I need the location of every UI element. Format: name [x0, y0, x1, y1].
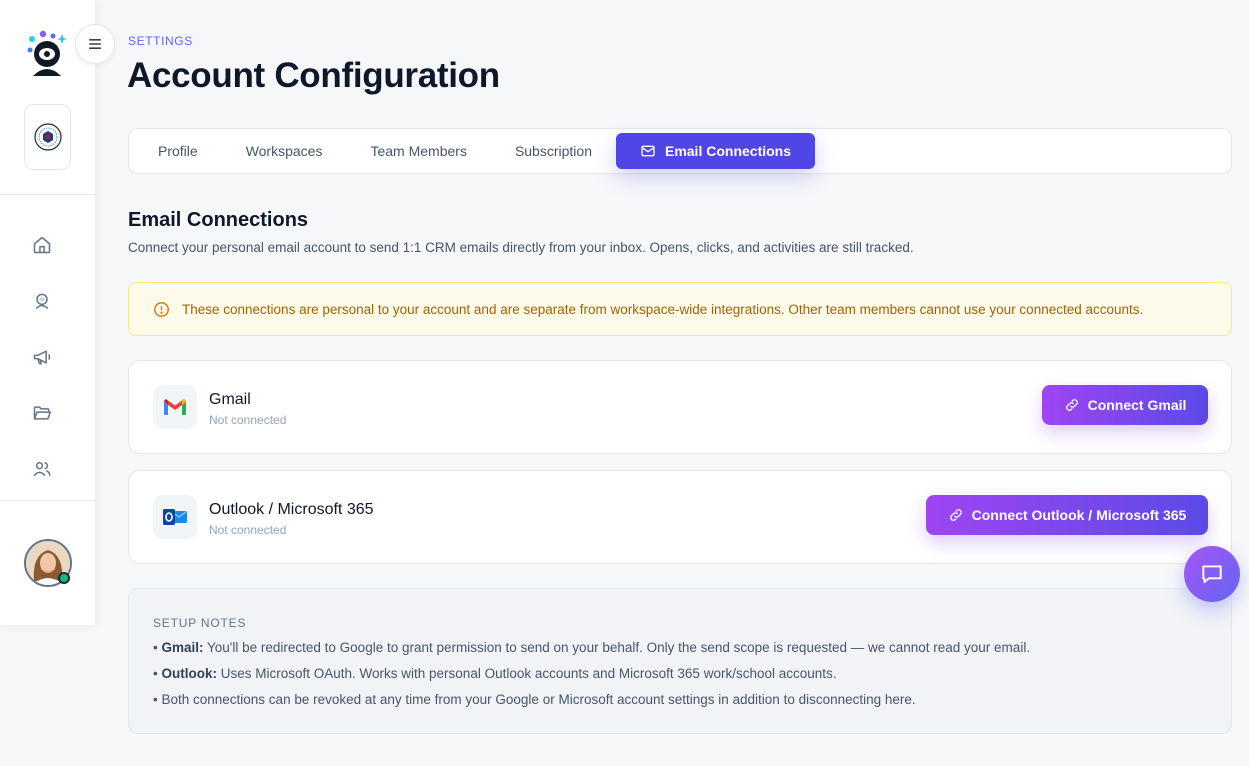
section-title: Email Connections — [128, 209, 309, 231]
workspace-crest-icon — [33, 123, 62, 151]
connect-outlook-button[interactable]: Connect Outlook / Microsoft 365 — [926, 495, 1208, 535]
workspace-switcher[interactable] — [24, 104, 71, 170]
chat-icon — [1202, 565, 1222, 584]
note-text: Both connections can be revoked at any t… — [161, 692, 916, 707]
gmail-icon — [153, 385, 197, 429]
users-icon[interactable] — [30, 457, 54, 481]
tab-label: Workspaces — [245, 143, 323, 159]
megaphone-icon[interactable] — [30, 345, 54, 369]
folder-icon[interactable] — [30, 401, 54, 425]
connection-status: Not connected — [209, 523, 287, 537]
tab-label: Profile — [158, 143, 198, 159]
outlook-connection-card: Outlook / Microsoft 365 Not connected Co… — [128, 470, 1232, 564]
chat-button[interactable] — [1184, 546, 1240, 602]
link-icon — [1065, 399, 1078, 411]
tab-label: Subscription — [514, 143, 592, 159]
sidebar-divider — [0, 500, 95, 501]
astronaut-icon[interactable] — [30, 289, 54, 313]
link-icon — [949, 509, 962, 521]
tab-subscription[interactable]: Subscription — [491, 133, 616, 169]
notice-text: These connections are personal to your a… — [182, 301, 1144, 317]
breadcrumb: SETTINGS — [128, 34, 193, 48]
app-logo[interactable] — [25, 30, 69, 80]
connection-name: Outlook / Microsoft 365 — [209, 501, 374, 518]
button-label: Connect Gmail — [1087, 397, 1187, 413]
connection-status: Not connected — [209, 413, 287, 427]
mail-icon — [641, 145, 655, 157]
sidebar-divider — [0, 194, 95, 195]
online-status-indicator — [58, 572, 70, 584]
settings-tabs: Profile Workspaces Team Members Subscrip… — [128, 128, 1232, 174]
connection-name: Gmail — [209, 391, 251, 408]
section-description: Connect your personal email account to s… — [128, 240, 914, 255]
note-revoke: • Both connections can be revoked at any… — [153, 692, 916, 707]
note-text: You'll be redirected to Google to grant … — [203, 640, 1031, 655]
gmail-connection-card: Gmail Not connected Connect Gmail — [128, 360, 1232, 454]
button-label: Connect Outlook / Microsoft 365 — [971, 507, 1187, 523]
hamburger-icon — [89, 39, 101, 49]
setup-notes: SETUP NOTES • Gmail: You'll be redirecte… — [128, 588, 1232, 734]
note-outlook: • Outlook: Uses Microsoft OAuth. Works w… — [153, 666, 837, 681]
sidebar — [0, 0, 95, 625]
sidebar-toggle-button[interactable] — [75, 24, 115, 64]
tab-label: Email Connections — [664, 143, 792, 159]
note-label: Outlook: — [161, 666, 217, 681]
info-circle-icon — [154, 301, 169, 317]
notes-title: SETUP NOTES — [153, 616, 247, 630]
outlook-icon — [153, 495, 197, 539]
note-label: Gmail: — [161, 640, 204, 655]
personal-connections-notice: These connections are personal to your a… — [128, 282, 1232, 336]
page-title: Account Configuration — [127, 56, 500, 95]
tab-label: Team Members — [370, 143, 467, 159]
tab-email-connections[interactable]: Email Connections — [615, 133, 816, 169]
home-icon[interactable] — [30, 233, 54, 257]
tab-profile[interactable]: Profile — [134, 133, 222, 169]
note-text: Uses Microsoft OAuth. Works with persona… — [216, 666, 837, 681]
tab-team-members[interactable]: Team Members — [346, 133, 490, 169]
connect-gmail-button[interactable]: Connect Gmail — [1042, 385, 1208, 425]
note-gmail: • Gmail: You'll be redirected to Google … — [153, 640, 1031, 655]
tab-workspaces[interactable]: Workspaces — [222, 133, 347, 169]
